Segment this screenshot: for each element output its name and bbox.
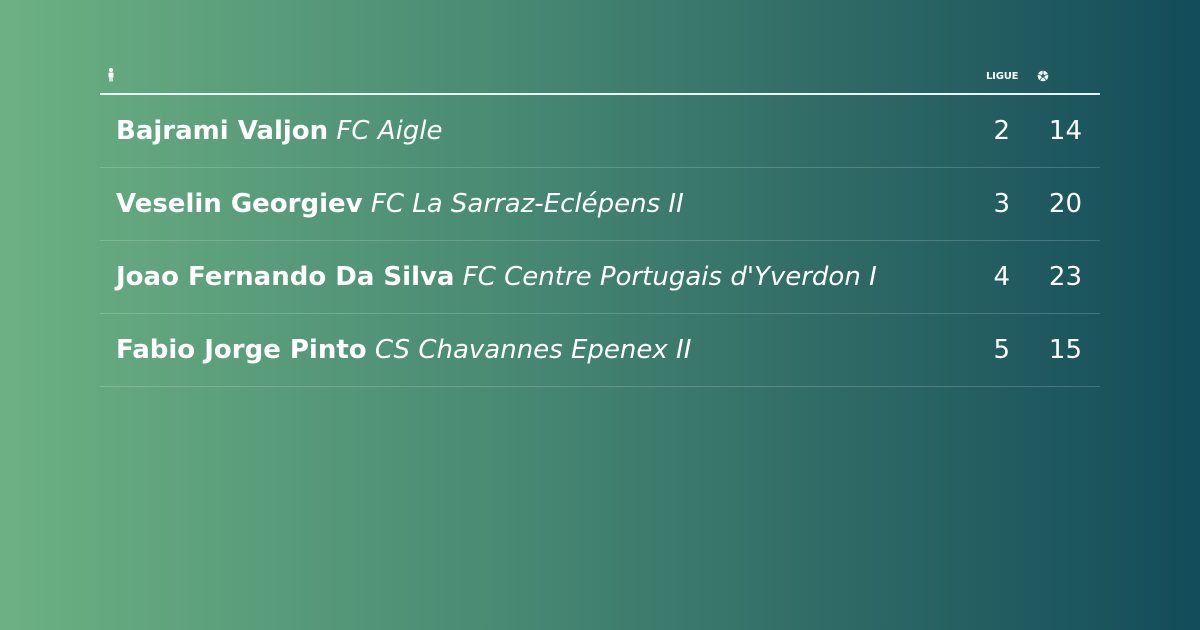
goals-value: 15 <box>1048 335 1082 365</box>
player-cell: Joao Fernando Da Silva FC Centre Portuga… <box>116 262 877 292</box>
person-icon <box>108 68 114 82</box>
soccer-ball-icon <box>1037 70 1049 82</box>
league-value: 2 <box>993 116 1010 146</box>
league-value: 4 <box>993 262 1010 292</box>
club-name: FC La Sarraz-Eclépens II <box>370 189 684 219</box>
table-row: Joao Fernando Da Silva FC Centre Portuga… <box>100 241 1100 314</box>
scorers-table: LIGUE Bajrami Valjon FC Aigle 2 14 Vesel… <box>100 62 1100 387</box>
club-name: FC Centre Portugais d'Yverdon I <box>462 262 877 292</box>
player-name: Joao Fernando Da Silva <box>116 262 455 292</box>
table-header: LIGUE <box>100 62 1100 95</box>
goals-value: 23 <box>1048 262 1082 292</box>
club-name: CS Chavannes Epenex II <box>374 335 692 365</box>
goals-value: 14 <box>1048 116 1082 146</box>
table-row: Bajrami Valjon FC Aigle 2 14 <box>100 95 1100 168</box>
player-cell: Veselin Georgiev FC La Sarraz-Eclépens I… <box>116 189 684 219</box>
league-value: 5 <box>993 335 1010 365</box>
league-column-header: LIGUE <box>986 71 1019 82</box>
table-row: Fabio Jorge Pinto CS Chavannes Epenex II… <box>100 314 1100 387</box>
player-name: Veselin Georgiev <box>116 189 363 219</box>
club-name: FC Aigle <box>336 116 443 146</box>
goals-value: 20 <box>1048 189 1082 219</box>
league-value: 3 <box>993 189 1010 219</box>
player-name: Bajrami Valjon <box>116 116 329 146</box>
player-name: Fabio Jorge Pinto <box>116 335 367 365</box>
player-cell: Bajrami Valjon FC Aigle <box>116 116 443 146</box>
table-row: Veselin Georgiev FC La Sarraz-Eclépens I… <box>100 168 1100 241</box>
player-cell: Fabio Jorge Pinto CS Chavannes Epenex II <box>116 335 691 365</box>
